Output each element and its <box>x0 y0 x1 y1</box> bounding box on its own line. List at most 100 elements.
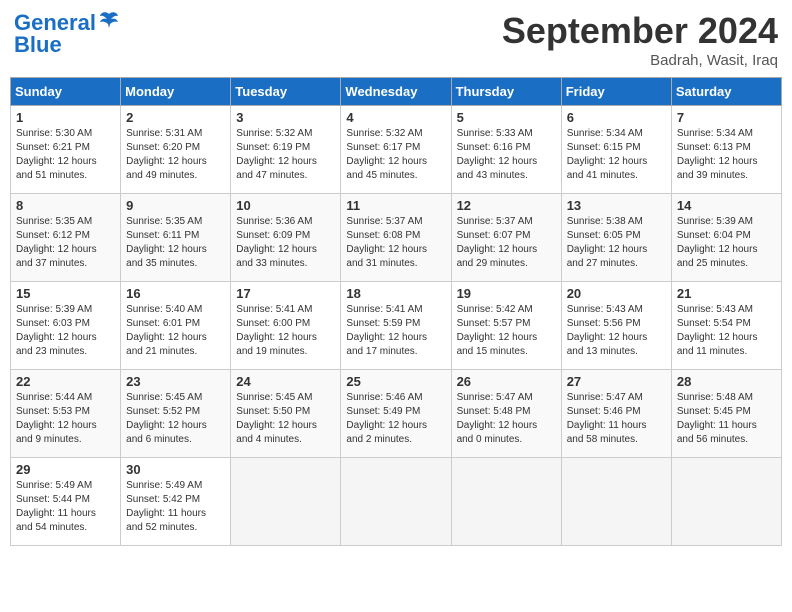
calendar-cell: 25Sunrise: 5:46 AMSunset: 5:49 PMDayligh… <box>341 370 451 458</box>
day-info: Sunrise: 5:39 AMSunset: 6:03 PMDaylight:… <box>16 303 115 359</box>
day-number: 13 <box>567 198 666 213</box>
day-info: Sunrise: 5:40 AMSunset: 6:01 PMDaylight:… <box>126 303 225 359</box>
calendar-cell: 23Sunrise: 5:45 AMSunset: 5:52 PMDayligh… <box>121 370 231 458</box>
day-info: Sunrise: 5:36 AMSunset: 6:09 PMDaylight:… <box>236 215 335 271</box>
day-number: 23 <box>126 374 225 389</box>
day-info: Sunrise: 5:39 AMSunset: 6:04 PMDaylight:… <box>677 215 776 271</box>
day-number: 7 <box>677 110 776 125</box>
calendar-cell: 22 Sunrise: 5:44 AMSunset: 5:53 PMDayligh… <box>11 370 121 458</box>
day-number: 15 <box>16 286 115 301</box>
logo-blue: Blue <box>14 32 62 58</box>
calendar-header-row: SundayMondayTuesdayWednesdayThursdayFrid… <box>11 78 782 106</box>
day-number: 3 <box>236 110 335 125</box>
calendar-week-1: 1 Sunrise: 5:30 AMSunset: 6:21 PMDaylight… <box>11 106 782 194</box>
calendar-cell: 10 Sunrise: 5:36 AMSunset: 6:09 PMDayligh… <box>231 194 341 282</box>
day-info: Sunrise: 5:45 AMSunset: 5:50 PMDaylight:… <box>236 391 335 447</box>
day-info: Sunrise: 5:47 AMSunset: 5:48 PMDaylight:… <box>457 391 556 447</box>
day-number: 29 <box>16 462 115 477</box>
day-number: 22 <box>16 374 115 389</box>
calendar-cell: 28Sunrise: 5:48 AMSunset: 5:45 PMDayligh… <box>671 370 781 458</box>
day-info: Sunrise: 5:32 AMSunset: 6:17 PMDaylight:… <box>346 127 445 183</box>
day-info: Sunrise: 5:41 AMSunset: 6:00 PMDaylight:… <box>236 303 335 359</box>
calendar-cell <box>451 458 561 546</box>
calendar-cell <box>561 458 671 546</box>
day-info: Sunrise: 5:47 AMSunset: 5:46 PMDaylight:… <box>567 391 666 447</box>
day-info: Sunrise: 5:44 AMSunset: 5:53 PMDaylight:… <box>16 391 115 447</box>
day-number: 4 <box>346 110 445 125</box>
day-number: 11 <box>346 198 445 213</box>
calendar-cell: 18 Sunrise: 5:41 AMSunset: 5:59 PMDayligh… <box>341 282 451 370</box>
calendar-cell: 2 Sunrise: 5:31 AMSunset: 6:20 PMDaylight… <box>121 106 231 194</box>
calendar-week-3: 15 Sunrise: 5:39 AMSunset: 6:03 PMDayligh… <box>11 282 782 370</box>
day-info: Sunrise: 5:38 AMSunset: 6:05 PMDaylight:… <box>567 215 666 271</box>
day-info: Sunrise: 5:34 AMSunset: 6:15 PMDaylight:… <box>567 127 666 183</box>
day-number: 14 <box>677 198 776 213</box>
day-info: Sunrise: 5:30 AMSunset: 6:21 PMDaylight:… <box>16 127 115 183</box>
calendar-cell: 12 Sunrise: 5:37 AMSunset: 6:07 PMDayligh… <box>451 194 561 282</box>
day-number: 8 <box>16 198 115 213</box>
calendar-cell: 20 Sunrise: 5:43 AMSunset: 5:56 PMDayligh… <box>561 282 671 370</box>
calendar-cell: 9 Sunrise: 5:35 AMSunset: 6:11 PMDaylight… <box>121 194 231 282</box>
calendar-cell: 17 Sunrise: 5:41 AMSunset: 6:00 PMDayligh… <box>231 282 341 370</box>
day-number: 5 <box>457 110 556 125</box>
day-number: 16 <box>126 286 225 301</box>
calendar-cell: 3 Sunrise: 5:32 AMSunset: 6:19 PMDaylight… <box>231 106 341 194</box>
calendar-cell: 14 Sunrise: 5:39 AMSunset: 6:04 PMDayligh… <box>671 194 781 282</box>
day-info: Sunrise: 5:43 AMSunset: 5:56 PMDaylight:… <box>567 303 666 359</box>
column-header-sunday: Sunday <box>11 78 121 106</box>
day-info: Sunrise: 5:49 AMSunset: 5:42 PMDaylight:… <box>126 479 225 535</box>
calendar-cell: 16 Sunrise: 5:40 AMSunset: 6:01 PMDayligh… <box>121 282 231 370</box>
column-header-monday: Monday <box>121 78 231 106</box>
calendar-cell: 4 Sunrise: 5:32 AMSunset: 6:17 PMDaylight… <box>341 106 451 194</box>
day-info: Sunrise: 5:35 AMSunset: 6:12 PMDaylight:… <box>16 215 115 271</box>
day-number: 30 <box>126 462 225 477</box>
day-number: 17 <box>236 286 335 301</box>
calendar-cell: 5 Sunrise: 5:33 AMSunset: 6:16 PMDaylight… <box>451 106 561 194</box>
day-number: 18 <box>346 286 445 301</box>
day-number: 12 <box>457 198 556 213</box>
calendar-cell: 26 Sunrise: 5:47 AMSunset: 5:48 PMDayligh… <box>451 370 561 458</box>
calendar-cell: 1 Sunrise: 5:30 AMSunset: 6:21 PMDaylight… <box>11 106 121 194</box>
calendar-week-2: 8 Sunrise: 5:35 AMSunset: 6:12 PMDaylight… <box>11 194 782 282</box>
day-number: 1 <box>16 110 115 125</box>
column-header-thursday: Thursday <box>451 78 561 106</box>
day-info: Sunrise: 5:37 AMSunset: 6:07 PMDaylight:… <box>457 215 556 271</box>
calendar-cell <box>671 458 781 546</box>
calendar-cell: 8 Sunrise: 5:35 AMSunset: 6:12 PMDaylight… <box>11 194 121 282</box>
location: Badrah, Wasit, Iraq <box>502 52 778 69</box>
day-number: 10 <box>236 198 335 213</box>
calendar-cell: 30 Sunrise: 5:49 AMSunset: 5:42 PMDayligh… <box>121 458 231 546</box>
day-number: 19 <box>457 286 556 301</box>
day-info: Sunrise: 5:42 AMSunset: 5:57 PMDaylight:… <box>457 303 556 359</box>
day-number: 21 <box>677 286 776 301</box>
day-info: Sunrise: 5:32 AMSunset: 6:19 PMDaylight:… <box>236 127 335 183</box>
day-number: 27 <box>567 374 666 389</box>
column-header-wednesday: Wednesday <box>341 78 451 106</box>
day-info: Sunrise: 5:43 AMSunset: 5:54 PMDaylight:… <box>677 303 776 359</box>
day-number: 2 <box>126 110 225 125</box>
calendar-cell <box>341 458 451 546</box>
day-info: Sunrise: 5:33 AMSunset: 6:16 PMDaylight:… <box>457 127 556 183</box>
day-info: Sunrise: 5:49 AMSunset: 5:44 PMDaylight:… <box>16 479 115 535</box>
day-info: Sunrise: 5:31 AMSunset: 6:20 PMDaylight:… <box>126 127 225 183</box>
column-header-friday: Friday <box>561 78 671 106</box>
day-number: 6 <box>567 110 666 125</box>
page-header: General Blue September 2024 Badrah, Wasi… <box>10 10 782 69</box>
calendar-cell: 6 Sunrise: 5:34 AMSunset: 6:15 PMDaylight… <box>561 106 671 194</box>
day-info: Sunrise: 5:34 AMSunset: 6:13 PMDaylight:… <box>677 127 776 183</box>
calendar-cell: 21 Sunrise: 5:43 AMSunset: 5:54 PMDayligh… <box>671 282 781 370</box>
day-info: Sunrise: 5:41 AMSunset: 5:59 PMDaylight:… <box>346 303 445 359</box>
day-number: 20 <box>567 286 666 301</box>
calendar-cell: 11Sunrise: 5:37 AMSunset: 6:08 PMDayligh… <box>341 194 451 282</box>
title-block: September 2024 Badrah, Wasit, Iraq <box>502 10 778 69</box>
column-header-saturday: Saturday <box>671 78 781 106</box>
logo-bird-icon <box>98 10 120 32</box>
column-header-tuesday: Tuesday <box>231 78 341 106</box>
day-number: 26 <box>457 374 556 389</box>
day-info: Sunrise: 5:35 AMSunset: 6:11 PMDaylight:… <box>126 215 225 271</box>
day-number: 9 <box>126 198 225 213</box>
calendar-cell: 24Sunrise: 5:45 AMSunset: 5:50 PMDayligh… <box>231 370 341 458</box>
calendar-cell <box>231 458 341 546</box>
calendar-cell: 29 Sunrise: 5:49 AMSunset: 5:44 PMDayligh… <box>11 458 121 546</box>
logo: General Blue <box>14 10 120 58</box>
